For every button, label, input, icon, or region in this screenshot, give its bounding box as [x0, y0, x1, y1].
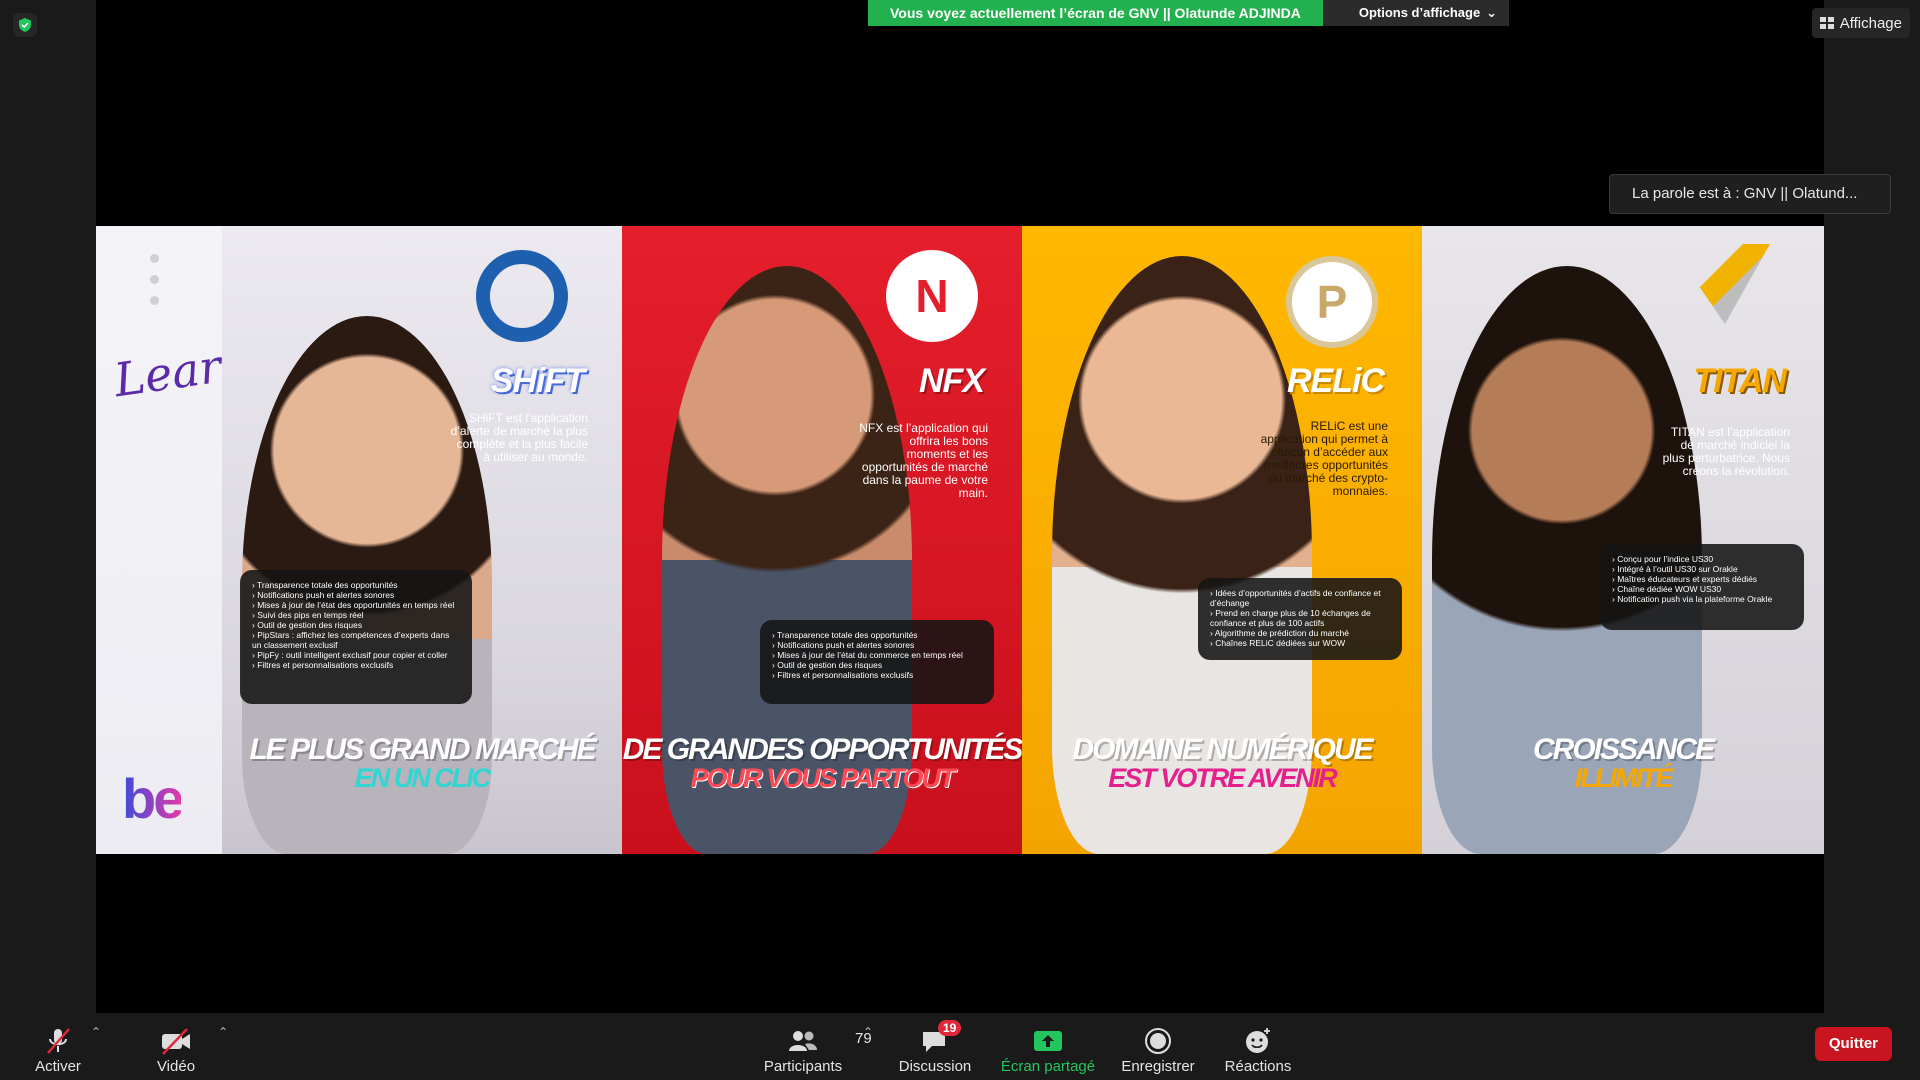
panel-nfx: N NFX NFX est l’application qui offrira …: [622, 226, 1022, 854]
feature-item: Outil de gestion des risques: [252, 620, 460, 630]
microphone-muted-icon: [43, 1024, 73, 1058]
audio-options-caret-icon[interactable]: ⌃: [91, 1025, 101, 1039]
feature-item: Notification push via la plateforme Orak…: [1612, 594, 1792, 604]
tagline-sub: EST VOTRE AVENIR: [1108, 763, 1338, 793]
right-gutter: [1824, 0, 1920, 1013]
tagline-main: LE PLUS GRAND MARCHÉ: [249, 733, 596, 766]
share-screen-button[interactable]: Écran partagé: [996, 1013, 1100, 1080]
feature-item: PipFy : outil intelligent exclusif pour …: [252, 650, 460, 660]
feature-item: Intégré à l’outil US30 sur Orakle: [1612, 564, 1792, 574]
slide-dots: [150, 254, 159, 305]
feature-item: Chaîne dédiée WOW US30: [1612, 584, 1792, 594]
chat-icon: 19: [920, 1020, 962, 1058]
feature-card: Idées d’opportunités d’actifs de confian…: [1198, 578, 1402, 660]
security-shield-icon[interactable]: [13, 13, 37, 37]
brand-name: SHiFT: [490, 362, 585, 400]
feature-item: Outil de gestion des risques: [772, 660, 982, 670]
feature-item: Mises à jour de l’état du commerce en te…: [772, 650, 982, 660]
feature-card: Transparence totale des opportunités Not…: [760, 620, 994, 704]
tagline: LE PLUS GRAND MARCHÉ EN UN CLIC: [222, 733, 622, 793]
view-button[interactable]: Affichage: [1811, 8, 1910, 38]
tagline-sub: ILLIMITÉ: [1574, 763, 1673, 793]
left-gutter: [0, 0, 96, 1013]
feature-card: Transparence totale des opportunités Not…: [240, 570, 472, 704]
tagline-main: DOMAINE NUMÉRIQUE: [1072, 733, 1373, 766]
tagline: CROISSANCE ILLIMITÉ: [1422, 733, 1824, 793]
tagline: DE GRANDES OPPORTUNITÉS POUR VOUS PARTOU…: [622, 733, 1022, 793]
reactions-smiley-icon: [1243, 1024, 1273, 1058]
brand-description: TITAN est l’application de marché indici…: [1662, 425, 1790, 478]
feature-item: Mises à jour de l’état des opportunités …: [252, 600, 460, 610]
tagline-sub: EN UN CLIC: [354, 763, 492, 793]
meeting-toolbar: Activer ⌃ Vidéo ⌃ 79 Participants ⌃ 19 D…: [0, 1013, 1920, 1080]
active-speaker-label: La parole est à : GNV || Olatund...: [1609, 174, 1891, 214]
brand-description: NFX est l’application qui offrira les bo…: [859, 421, 988, 500]
tagline-main: DE GRANDES OPPORTUNITÉS: [622, 733, 1022, 766]
slide-brand-strip: Learn be: [96, 226, 254, 854]
share-screen-label: Écran partagé: [1000, 1058, 1096, 1075]
record-label: Enregistrer: [1121, 1058, 1195, 1075]
panel-relic: P RELiC RELiC est une application qui pe…: [1022, 226, 1422, 854]
chat-label: Discussion: [898, 1058, 972, 1075]
brand-name: TITAN: [1693, 362, 1787, 400]
unmute-button[interactable]: Activer: [28, 1013, 88, 1080]
chat-unread-badge: 19: [938, 1020, 962, 1036]
participants-button[interactable]: 79 Participants: [758, 1013, 872, 1080]
be-logo: be: [122, 767, 184, 830]
titan-logo-icon: [1670, 244, 1770, 324]
panel-titan: TITAN TITAN est l’application de marché …: [1422, 226, 1824, 854]
feature-item: Chaînes RELiC dédiées sur WOW: [1210, 638, 1390, 648]
brand-name: RELiC: [1287, 362, 1385, 400]
feature-card: Conçu pour l’indice US30 Intégré à l’out…: [1600, 544, 1804, 630]
view-options-button[interactable]: Options d’affichage ⌄: [1322, 0, 1510, 26]
reactions-label: Réactions: [1224, 1058, 1292, 1075]
feature-item: Filtres et personnalisations exclusifs: [252, 660, 460, 670]
share-banner-text: Vous voyez actuellement l’écran de GNV |…: [868, 0, 1323, 26]
brand-name: NFX: [919, 362, 985, 400]
record-button[interactable]: Enregistrer: [1118, 1013, 1198, 1080]
feature-item: Transparence totale des opportunités: [772, 630, 982, 640]
share-screen-icon: [1032, 1024, 1064, 1058]
tagline-main: CROISSANCE: [1532, 733, 1715, 766]
brand-description: SHiFT est l’application d’alerte de marc…: [450, 411, 588, 464]
brand-description: RELiC est une application qui permet à c…: [1260, 419, 1388, 498]
participants-options-caret-icon[interactable]: ⌃: [863, 1025, 873, 1039]
video-options-caret-icon[interactable]: ⌃: [218, 1025, 228, 1039]
record-icon: [1143, 1024, 1173, 1058]
reactions-button[interactable]: Réactions: [1218, 1013, 1298, 1080]
relic-logo-icon: P: [1286, 256, 1378, 348]
view-button-label: Affichage: [1839, 14, 1902, 32]
tagline-sub: POUR VOUS PARTOUT: [690, 763, 955, 793]
feature-item: Algorithme de prédiction du marché: [1210, 628, 1390, 638]
shared-slide: Learn be SHiFT SHiFT est l’application d…: [96, 226, 1824, 854]
video-label: Vidéo: [156, 1058, 196, 1075]
feature-item: Transparence totale des opportunités: [252, 580, 460, 590]
shift-logo-icon: [476, 250, 568, 342]
feature-item: Prend en charge plus de 10 échanges de c…: [1210, 608, 1390, 628]
panel-shift: SHiFT SHiFT est l’application d’alerte d…: [222, 226, 622, 854]
feature-item: PipStars : affichez les compétences d’ex…: [252, 630, 460, 650]
unmute-label: Activer: [35, 1058, 81, 1075]
feature-item: Notifications push et alertes sonores: [252, 590, 460, 600]
leave-meeting-button[interactable]: Quitter: [1814, 1027, 1892, 1061]
grid-icon: [1819, 17, 1834, 29]
feature-item: Notifications push et alertes sonores: [772, 640, 982, 650]
feature-item: Filtres et personnalisations exclusifs: [772, 670, 982, 680]
participants-label: Participants: [763, 1058, 843, 1075]
share-banner: Vous voyez actuellement l’écran de GNV |…: [868, 0, 1510, 26]
feature-item: Maîtres éducateurs et experts dédiés: [1612, 574, 1792, 584]
camera-off-icon: [159, 1024, 193, 1058]
feature-item: Conçu pour l’indice US30: [1612, 554, 1792, 564]
view-options-label: Options d’affichage: [1358, 5, 1481, 20]
feature-item: Idées d’opportunités d’actifs de confian…: [1210, 588, 1390, 608]
video-button[interactable]: Vidéo: [146, 1013, 206, 1080]
participants-icon: 79: [787, 1024, 872, 1058]
tagline: DOMAINE NUMÉRIQUE EST VOTRE AVENIR: [1022, 733, 1422, 793]
chevron-down-icon: ⌄: [1486, 5, 1498, 20]
nfx-logo-icon: N: [886, 250, 978, 342]
zoom-meeting-window: Vous voyez actuellement l’écran de GNV |…: [0, 0, 1920, 1080]
chat-button[interactable]: 19 Discussion: [895, 1013, 975, 1080]
feature-item: Suivi des pips en temps réel: [252, 610, 460, 620]
